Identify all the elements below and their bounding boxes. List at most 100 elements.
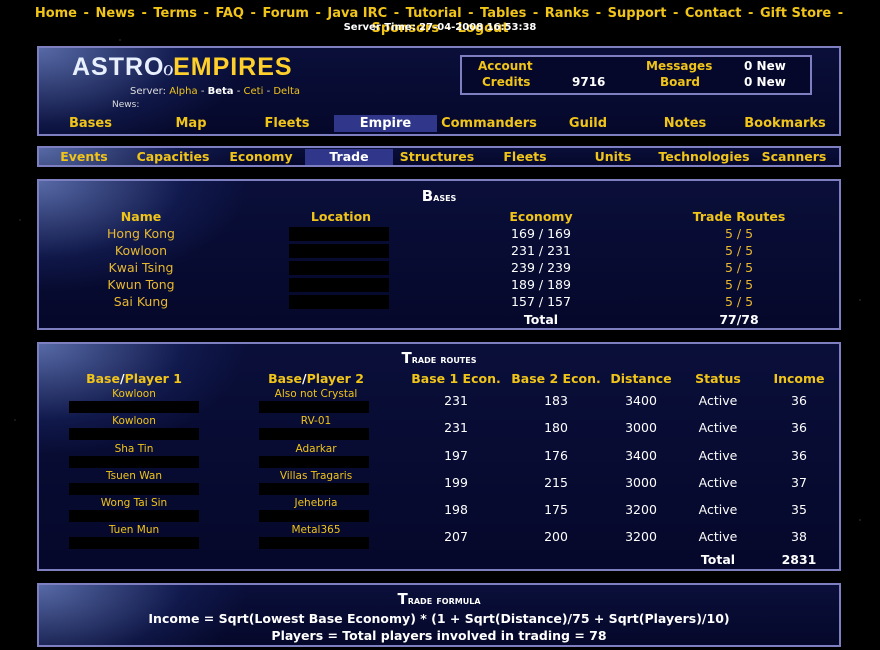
submenu-structures[interactable]: Structures [393, 149, 481, 165]
menu-commanders[interactable]: Commanders [437, 115, 541, 132]
route-distance: 3400 [625, 393, 657, 408]
submenu-scanners[interactable]: Scanners [751, 149, 837, 165]
route-status: Active [698, 420, 738, 435]
redacted-location [289, 261, 389, 275]
messages-link[interactable]: Messages [646, 59, 712, 73]
menu-fleets[interactable]: Fleets [240, 115, 334, 132]
route-base2-link[interactable]: Also not Crystal [251, 388, 381, 400]
route-distance: 3400 [625, 448, 657, 463]
topnav-link-news[interactable]: News [95, 6, 134, 21]
redacted-location [289, 244, 389, 258]
redacted-player [259, 537, 369, 549]
submenu-fleets[interactable]: Fleets [481, 149, 569, 165]
route-distance: 3000 [625, 475, 657, 490]
server-selector: Server: Alpha - Beta - Ceti - Delta [130, 86, 300, 97]
submenu-capacities[interactable]: Capacities [129, 149, 217, 165]
route-base1-link[interactable]: Sha Tin [69, 443, 199, 455]
route-econ1: 231 [444, 420, 468, 435]
topnav-link-faq[interactable]: FAQ [215, 6, 244, 21]
submenu-units[interactable]: Units [569, 149, 657, 165]
col-status: Status [695, 371, 741, 386]
base-economy: 231 / 231 [511, 243, 571, 258]
topnav-link-gift-store[interactable]: Gift Store [760, 6, 831, 21]
routes-total-value: 2831 [781, 552, 817, 567]
astro-empires-logo[interactable]: ASTROℴEMPIRES [72, 52, 293, 82]
route-base2-link[interactable]: Metal365 [251, 524, 381, 536]
nav-separator: - [668, 6, 683, 21]
topnav-link-forum[interactable]: Forum [262, 6, 309, 21]
route-base2-link[interactable]: Jehebria [251, 497, 381, 509]
topnav-link-ranks[interactable]: Ranks [545, 6, 589, 21]
route-base2-link[interactable]: RV-01 [251, 415, 381, 427]
nav-separator: - [199, 6, 214, 21]
logo-part1: ASTRO [72, 53, 165, 81]
credits-value: 9716 [572, 75, 606, 89]
trade-routes-panel: Trade routes Base/Player 1 Base/Player 2… [37, 342, 841, 571]
server-alpha-link[interactable]: Alpha [169, 86, 197, 97]
server-ceti-link[interactable]: Ceti [244, 86, 264, 97]
base-name-link[interactable]: Kwun Tong [79, 277, 203, 292]
route-income: 38 [791, 529, 807, 544]
topnav-link-java-irc[interactable]: Java IRC [327, 6, 387, 21]
menu-empire[interactable]: Empire [334, 115, 437, 132]
formula-line-1: Income = Sqrt(Lowest Base Economy) * (1 … [148, 611, 730, 626]
route-base1-link[interactable]: Tsuen Wan [69, 470, 199, 482]
account-link[interactable]: Account [478, 59, 533, 73]
trade-formula-title: Trade formula [397, 590, 481, 608]
server-sep: - [266, 86, 271, 97]
submenu-trade[interactable]: Trade [305, 149, 393, 165]
server-label: Server: [130, 86, 166, 97]
credits-link[interactable]: Credits [482, 75, 530, 89]
topnav-link-tutorial[interactable]: Tutorial [406, 6, 462, 21]
route-econ2: 180 [544, 420, 568, 435]
nav-separator: - [246, 6, 261, 21]
route-base1-link[interactable]: Kowloon [69, 388, 199, 400]
menu-map[interactable]: Map [142, 115, 240, 132]
route-distance: 3200 [625, 502, 657, 517]
topnav-link-contact[interactable]: Contact [685, 6, 742, 21]
col-base2-econ: Base 2 Econ. [511, 371, 601, 386]
redacted-player [259, 510, 369, 522]
nav-separator: - [136, 6, 152, 21]
route-status: Active [698, 448, 738, 463]
route-base2-link[interactable]: Villas Tragaris [251, 470, 381, 482]
route-econ2: 176 [544, 448, 568, 463]
topnav-link-tables[interactable]: Tables [480, 6, 526, 21]
base-name-link[interactable]: Kwai Tsing [79, 260, 203, 275]
route-income: 37 [791, 475, 807, 490]
route-distance: 3200 [625, 529, 657, 544]
server-delta-link[interactable]: Delta [273, 86, 300, 97]
redacted-player [259, 401, 369, 413]
news-label: News: [112, 100, 140, 110]
main-menu: Bases Map Fleets Empire Commanders Guild… [39, 115, 835, 132]
server-beta-link[interactable]: Beta [208, 86, 234, 97]
nav-separator: - [833, 6, 844, 21]
topnav-link-home[interactable]: Home [35, 6, 77, 21]
redacted-player [69, 483, 199, 495]
submenu-events[interactable]: Events [39, 149, 129, 165]
nav-separator: - [528, 6, 543, 21]
base-economy: 189 / 189 [511, 277, 571, 292]
topnav-link-terms[interactable]: Terms [153, 6, 197, 21]
redacted-location [289, 227, 389, 241]
submenu-economy[interactable]: Economy [217, 149, 305, 165]
route-base2-link[interactable]: Adarkar [251, 443, 381, 455]
base-name-link[interactable]: Hong Kong [79, 226, 203, 241]
route-base1-link[interactable]: Kowloon [69, 415, 199, 427]
base-name-link[interactable]: Kowloon [79, 243, 203, 258]
menu-notes[interactable]: Notes [635, 115, 735, 132]
submenu-technologies[interactable]: Technologies [657, 149, 751, 165]
base-trade-routes: 5 / 5 [724, 277, 754, 292]
menu-bases[interactable]: Bases [39, 115, 142, 132]
menu-bookmarks[interactable]: Bookmarks [735, 115, 835, 132]
menu-guild[interactable]: Guild [541, 115, 635, 132]
topnav-link-support[interactable]: Support [608, 6, 667, 21]
col-base-player-2: Base/Player 2 [268, 371, 364, 386]
route-status: Active [698, 475, 738, 490]
route-base1-link[interactable]: Wong Tai Sin [69, 497, 199, 509]
route-econ1: 198 [444, 502, 468, 517]
base-name-link[interactable]: Sai Kung [79, 294, 203, 309]
route-base1-link[interactable]: Tuen Mun [69, 524, 199, 536]
base-trade-routes: 5 / 5 [724, 260, 754, 275]
board-link[interactable]: Board [660, 75, 700, 89]
